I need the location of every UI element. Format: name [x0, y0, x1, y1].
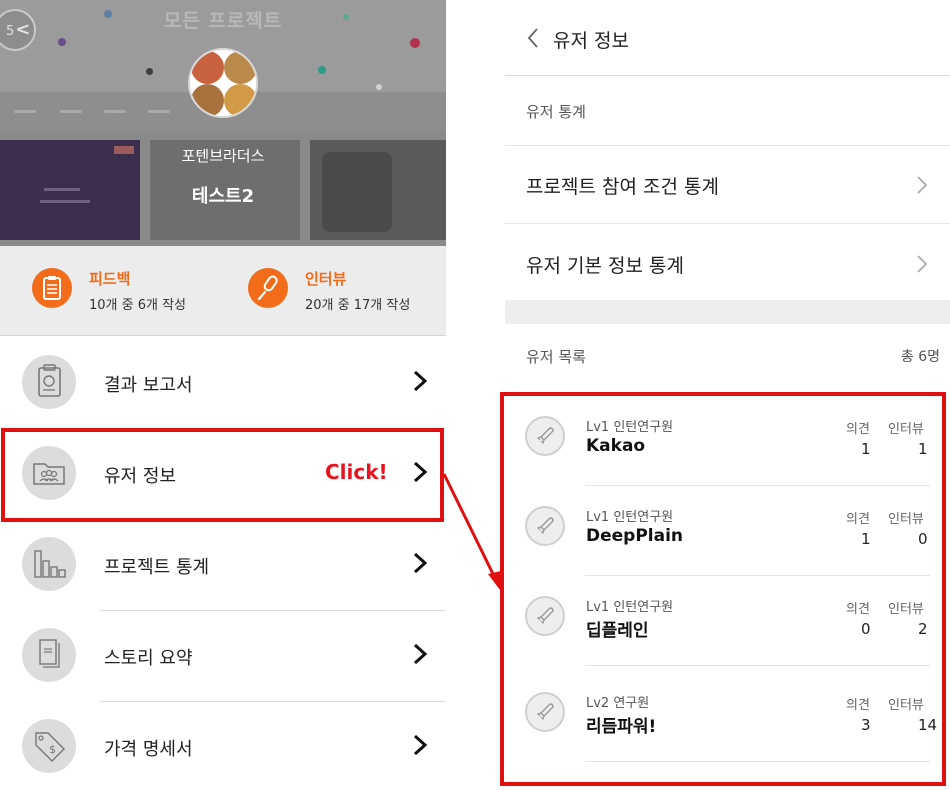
section-header-users: 유저 목록: [526, 348, 586, 366]
project-hero: 모든 프로젝트: [0, 0, 446, 246]
hero-title: 모든 프로젝트: [163, 10, 283, 32]
section-header-stats: 유저 통계: [526, 103, 586, 121]
clipboard-icon: [32, 268, 72, 308]
row-participation-stats[interactable]: 프로젝트 참여 조건 통계: [505, 146, 950, 224]
highlight-box-menu: [1, 428, 444, 522]
microphone-icon: [248, 268, 288, 308]
chevron-right-icon: [410, 550, 430, 580]
document-icon: [22, 628, 76, 682]
price-tag-icon: $: [22, 719, 76, 773]
chevron-right-icon: [410, 732, 430, 762]
chevron-right-icon: [915, 174, 929, 200]
menu-item-story-summary[interactable]: 스토리 요약: [0, 611, 446, 702]
feedback-progress: 10개 중 6개 작성: [89, 298, 187, 313]
chevron-right-icon: [915, 253, 929, 279]
user-total-count: 총 6명: [900, 349, 940, 365]
menu-item-project-stats[interactable]: 프로젝트 통계: [0, 520, 446, 611]
row-label: 프로젝트 참여 조건 통계: [526, 176, 719, 198]
team-name: 포텐브라더스: [181, 147, 265, 165]
page-title: 유저 정보: [553, 30, 629, 52]
chevron-right-icon: [410, 368, 430, 398]
svg-text:$: $: [49, 743, 56, 756]
team-avatar: [188, 48, 258, 118]
interview-label: 인터뷰: [305, 270, 347, 288]
progress-stats: 피드백 10개 중 6개 작성 인터뷰 20개 중 17개 작성: [0, 246, 446, 336]
bar-chart-icon: [22, 537, 76, 591]
report-icon: [22, 355, 76, 409]
feedback-label: 피드백: [89, 270, 131, 288]
highlight-box-user-list: [500, 392, 946, 786]
menu-item-report[interactable]: 결과 보고서: [0, 338, 446, 429]
back-chevron-icon[interactable]: [525, 26, 541, 54]
menu-label: 프로젝트 통계: [104, 557, 210, 578]
menu-item-price-sheet[interactable]: $ 가격 명세서: [0, 702, 446, 790]
header: 유저 정보: [505, 0, 950, 76]
interview-progress: 20개 중 17개 작성: [305, 298, 411, 313]
menu-label: 결과 보고서: [104, 375, 193, 396]
row-label: 유저 기본 정보 통계: [526, 255, 684, 277]
project-name: 테스트2: [191, 186, 255, 207]
menu-label: 스토리 요약: [104, 648, 193, 669]
left-screen: 모든 프로젝트 5< 포텐브라더스 테스트2 피드백 10개 중 6개 작성 인…: [0, 0, 446, 790]
row-basic-info-stats[interactable]: 유저 기본 정보 통계: [505, 225, 950, 303]
chevron-right-icon: [410, 641, 430, 671]
menu-label: 가격 명세서: [104, 739, 193, 760]
